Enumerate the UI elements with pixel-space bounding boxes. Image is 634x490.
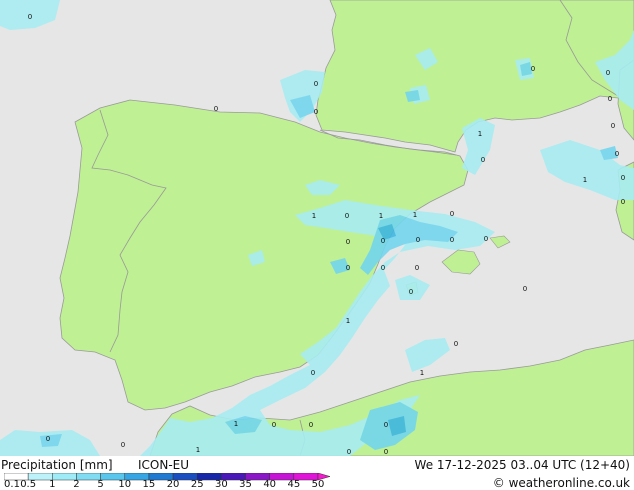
legend-tick-label: 2 bbox=[73, 479, 80, 490]
point-value: 1 bbox=[478, 130, 482, 138]
point-value: 0 bbox=[531, 65, 535, 73]
legend-tick-label: 40 bbox=[263, 479, 277, 490]
point-value: 0 bbox=[314, 108, 318, 116]
point-value: 0 bbox=[481, 156, 485, 164]
legend-tick-label: 15 bbox=[142, 479, 156, 490]
point-value: 0 bbox=[28, 13, 32, 21]
point-value: 1 bbox=[413, 211, 417, 219]
legend-tick-label: 35 bbox=[239, 479, 252, 490]
point-value: 1 bbox=[420, 369, 424, 377]
point-value: 1 bbox=[196, 446, 200, 454]
point-value: 0 bbox=[484, 235, 488, 243]
footer-title: Precipitation [mm] bbox=[1, 458, 113, 472]
legend-tick-label: 30 bbox=[215, 479, 228, 490]
point-value: 0 bbox=[314, 80, 318, 88]
point-value: 0 bbox=[346, 238, 350, 246]
point-value: 0 bbox=[384, 421, 388, 429]
point-value: 0 bbox=[606, 69, 610, 77]
point-value: 0 bbox=[416, 236, 420, 244]
precipitation-map: 0 0 0 0 0 0 1 0 0 0 0 1 0 1 1 1 0 0 0 0 … bbox=[0, 0, 634, 456]
point-value: 0 bbox=[121, 441, 125, 449]
point-value: 1 bbox=[312, 212, 316, 220]
legend-tick-label: 20 bbox=[166, 479, 180, 490]
point-value: 0 bbox=[615, 150, 619, 158]
point-value: 0 bbox=[272, 421, 276, 429]
copyright: © weatheronline.co.uk bbox=[492, 476, 630, 490]
point-value: 1 bbox=[346, 317, 350, 325]
point-value: 0 bbox=[384, 448, 388, 456]
point-value: 0 bbox=[608, 95, 612, 103]
point-value: 0 bbox=[214, 105, 218, 113]
point-value: 0 bbox=[454, 340, 458, 348]
point-value: 0 bbox=[450, 210, 454, 218]
footer-datetime: We 17-12-2025 03..04 UTC (12+40) bbox=[414, 458, 630, 472]
legend-tick-label: 50 bbox=[311, 479, 325, 490]
point-value: 0 bbox=[621, 198, 625, 206]
legend-tick-label: 5 bbox=[97, 479, 104, 490]
point-value: 0 bbox=[345, 212, 349, 220]
point-value: 1 bbox=[379, 212, 383, 220]
point-value: 0 bbox=[621, 174, 625, 182]
point-value: 0 bbox=[346, 264, 350, 272]
point-value: 0 bbox=[347, 448, 351, 456]
point-value: 0 bbox=[409, 288, 413, 296]
footer-model: ICON-EU bbox=[138, 458, 190, 472]
legend-tick-label: 45 bbox=[287, 479, 301, 490]
point-value: 0 bbox=[415, 264, 419, 272]
legend-tick-label: 0.5 bbox=[20, 479, 37, 490]
point-value: 0 bbox=[381, 264, 385, 272]
point-value: 1 bbox=[234, 420, 238, 428]
legend-tick-label: 0.1 bbox=[4, 479, 20, 490]
point-value: 0 bbox=[309, 421, 313, 429]
point-value: 0 bbox=[611, 122, 615, 130]
point-value: 0 bbox=[311, 369, 315, 377]
legend-tick-label: 25 bbox=[190, 479, 204, 490]
point-value: 0 bbox=[523, 285, 527, 293]
legend-tick-label: 1 bbox=[49, 479, 56, 490]
point-value: 0 bbox=[381, 237, 385, 245]
legend-tick-label: 10 bbox=[118, 479, 132, 490]
point-value: 0 bbox=[450, 236, 454, 244]
point-value: 1 bbox=[583, 176, 587, 184]
point-value: 0 bbox=[46, 435, 50, 443]
